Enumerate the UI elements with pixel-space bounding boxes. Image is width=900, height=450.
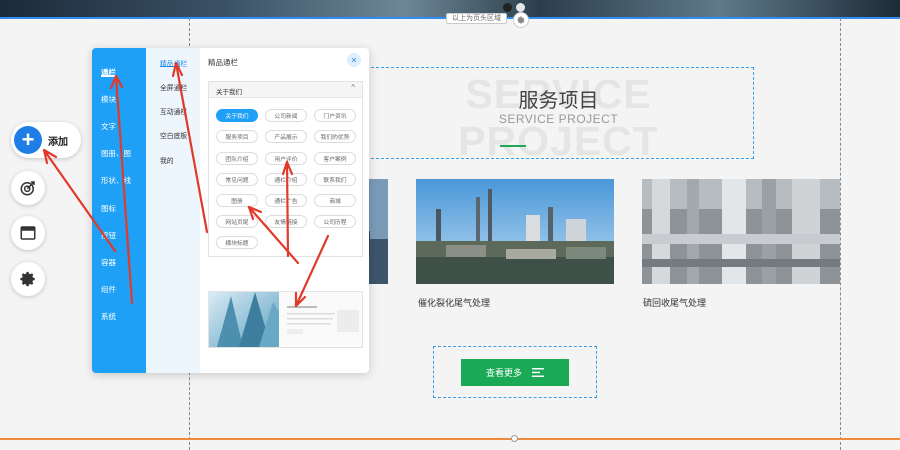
widget-tag[interactable]: 公司新闻 — [265, 109, 307, 122]
widget-tag[interactable]: 联系我们 — [314, 173, 356, 186]
category-item[interactable]: 按钮 — [101, 230, 116, 241]
add-widget-button[interactable]: + 添加 — [11, 122, 81, 158]
banner-dot-1[interactable] — [503, 3, 512, 12]
banner-pagination — [503, 3, 525, 12]
widget-tag[interactable]: 门户资讯 — [314, 109, 356, 122]
subcategory-item[interactable]: 全屏通栏 — [160, 82, 187, 92]
widget-tag[interactable]: 友情链接 — [265, 215, 307, 228]
category-item[interactable]: 文字 — [101, 121, 116, 132]
service-card-image-2[interactable] — [642, 179, 840, 284]
subcategory-active-indicator — [160, 66, 180, 67]
widget-panel: 通栏 模块 文字 图册、图 形状、线 图标 按钮 容器 组件 系统 精品通栏 全… — [92, 48, 369, 373]
add-widget-label: 添加 — [48, 136, 68, 148]
widget-tag[interactable]: 关于我们 — [216, 109, 258, 122]
widget-tag[interactable]: 团队介绍 — [216, 152, 258, 165]
widget-tag[interactable]: 横块标题 — [216, 236, 258, 249]
gear-icon — [517, 16, 525, 24]
header-region-label: 以上为页头区域 — [446, 13, 507, 24]
category-column: 通栏 模块 文字 图册、图 形状、线 图标 按钮 容器 组件 系统 — [92, 48, 146, 373]
group-title: 关于我们 — [216, 89, 242, 96]
gear-icon — [20, 271, 35, 287]
widget-tag[interactable]: 客户案例 — [314, 152, 356, 165]
service-card-caption-2: 硫回收尾气处理 — [643, 298, 707, 308]
widget-tag[interactable]: 通栏广告 — [265, 194, 307, 207]
section-subtitle: SERVICE PROJECT — [498, 112, 619, 126]
title-underline — [500, 145, 526, 147]
widget-group: 关于我们 ^ 关于我们 公司新闻 门户资讯 服务项目 产品展示 我们的优势 团队… — [208, 81, 363, 257]
plus-icon: + — [14, 126, 42, 154]
service-card-image-1[interactable] — [416, 179, 614, 284]
chevron-up-icon: ^ — [351, 83, 355, 92]
widget-tag[interactable]: 常见问题 — [216, 173, 258, 186]
widget-tag[interactable]: 我们的优势 — [314, 130, 356, 143]
widget-tag[interactable]: 网站页尾 — [216, 215, 258, 228]
widget-tag[interactable]: 商城 — [314, 194, 356, 207]
section-title: 服务项目 — [518, 90, 599, 112]
settings-tool-button[interactable] — [11, 262, 45, 296]
category-item[interactable]: 图标 — [101, 203, 116, 214]
content-guide-right — [840, 18, 841, 450]
layout-tool-button[interactable] — [11, 216, 45, 250]
widget-tag[interactable]: 产品展示 — [265, 130, 307, 143]
target-tool-button[interactable] — [11, 171, 45, 205]
widget-tag[interactable]: 公司历程 — [314, 215, 356, 228]
widget-preview[interactable] — [208, 291, 363, 348]
widget-tag[interactable]: 图册 — [216, 194, 258, 207]
section-resize-handle[interactable] — [511, 435, 518, 442]
section-boundary-line — [0, 438, 900, 440]
list-icon — [532, 368, 544, 377]
view-more-label: 查看更多 — [485, 368, 522, 378]
target-icon — [20, 181, 35, 196]
widget-tag[interactable]: 用户评价 — [265, 152, 307, 165]
service-card-caption-1: 催化裂化尾气处理 — [418, 298, 491, 308]
widget-content: 精品通栏 × 关于我们 ^ 关于我们 公司新闻 门户资讯 服务项目 产品展示 我… — [200, 48, 369, 373]
category-item[interactable]: 容器 — [101, 257, 116, 268]
view-more-button[interactable]: 查看更多 — [461, 359, 569, 386]
group-header[interactable]: 关于我们 ^ — [209, 82, 362, 98]
section-title-module[interactable]: SERVICE PROJECT 服务项目 SERVICE PROJECT — [361, 67, 754, 164]
subcategory-item[interactable]: 空白底板 — [160, 130, 187, 140]
category-item[interactable]: 形状、线 — [101, 175, 131, 186]
category-item[interactable]: 模块 — [101, 94, 116, 105]
subcategory-item[interactable]: 我的 — [160, 155, 174, 165]
category-item[interactable]: 图册、图 — [101, 148, 131, 159]
panel-title: 精品通栏 — [208, 58, 238, 67]
widget-tag[interactable]: 通栏介绍 — [265, 173, 307, 186]
subcategory-item[interactable]: 互动通栏 — [160, 106, 187, 116]
category-item[interactable]: 系统 — [101, 311, 116, 322]
close-panel-button[interactable]: × — [347, 53, 361, 67]
category-item[interactable]: 组件 — [101, 284, 116, 295]
subcategory-column: 精品通栏 全屏通栏 互动通栏 空白底板 我的 — [146, 48, 200, 373]
header-settings-button[interactable] — [513, 12, 529, 28]
window-icon — [20, 226, 36, 240]
close-icon: × — [351, 54, 357, 65]
category-active-indicator — [101, 75, 117, 77]
banner-dot-2[interactable] — [516, 3, 525, 12]
widget-tag[interactable]: 服务项目 — [216, 130, 258, 143]
